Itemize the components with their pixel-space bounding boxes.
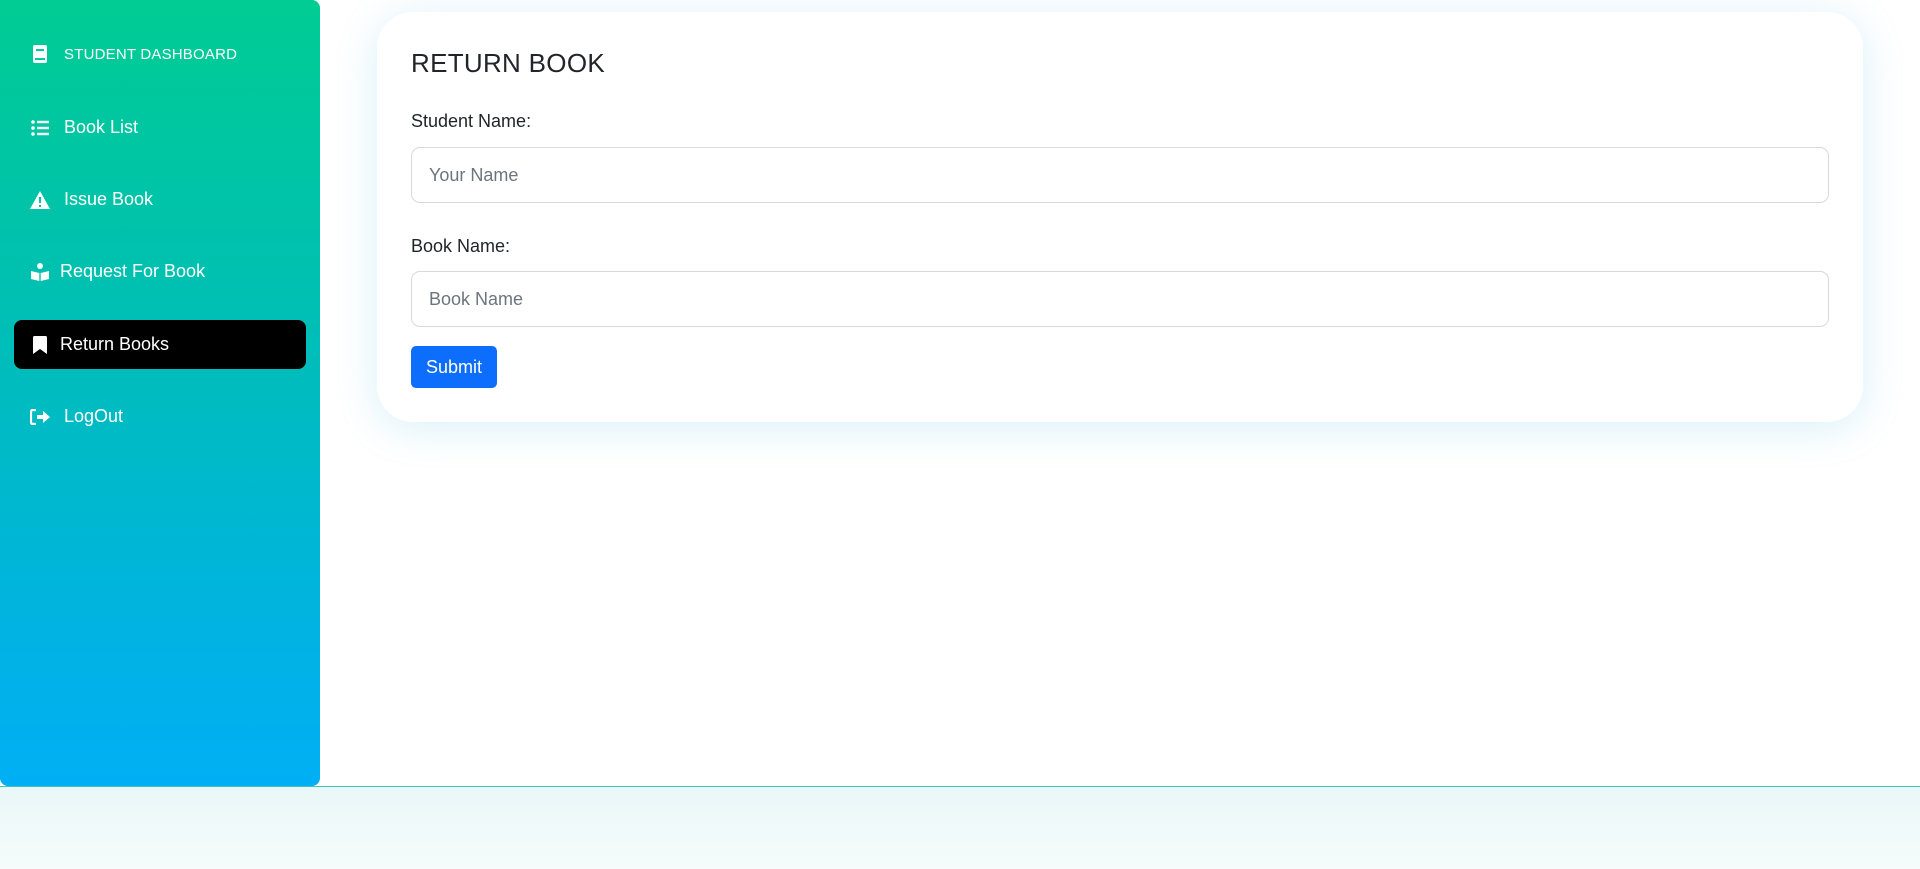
student-name-input[interactable] <box>411 147 1829 203</box>
submit-button[interactable]: Submit <box>411 346 497 388</box>
page-title: RETURN BOOK <box>411 48 605 78</box>
sidebar-item-label: Issue Book <box>64 189 154 209</box>
book-name-input[interactable] <box>411 271 1829 327</box>
sidebar-item-label: Request For Book <box>60 261 206 281</box>
list-icon <box>30 118 50 138</box>
sidebar-item-label: LogOut <box>64 406 124 426</box>
reading-person-icon <box>30 262 50 282</box>
sidebar-brand-label: STUDENT DASHBOARD <box>64 45 238 63</box>
logout-icon <box>30 407 50 427</box>
sidebar-item-issue-book[interactable]: Issue Book <box>14 175 306 224</box>
sidebar-item-book-list[interactable]: Book List <box>14 103 306 152</box>
sidebar-item-label: Book List <box>64 117 139 137</box>
sidebar: STUDENT DASHBOARD Book List Issue Book R… <box>0 0 320 786</box>
sidebar-item-label: Return Books <box>60 334 170 354</box>
bookmark-icon <box>30 335 50 355</box>
sidebar-item-logout[interactable]: LogOut <box>14 392 306 441</box>
book-name-label: Book Name: <box>411 236 511 256</box>
warning-icon <box>30 190 50 210</box>
sidebar-item-request-for-book[interactable]: Request For Book <box>14 247 306 296</box>
app-window: STUDENT DASHBOARD Book List Issue Book R… <box>0 0 1920 787</box>
page-footer-background <box>0 787 1920 869</box>
book-icon <box>30 44 50 64</box>
student-name-label: Student Name: <box>411 111 532 131</box>
sidebar-item-return-books[interactable]: Return Books <box>14 320 306 369</box>
return-book-card: RETURN BOOK Student Name: Book Name: Sub… <box>377 12 1863 422</box>
sidebar-brand[interactable]: STUDENT DASHBOARD <box>30 44 237 64</box>
